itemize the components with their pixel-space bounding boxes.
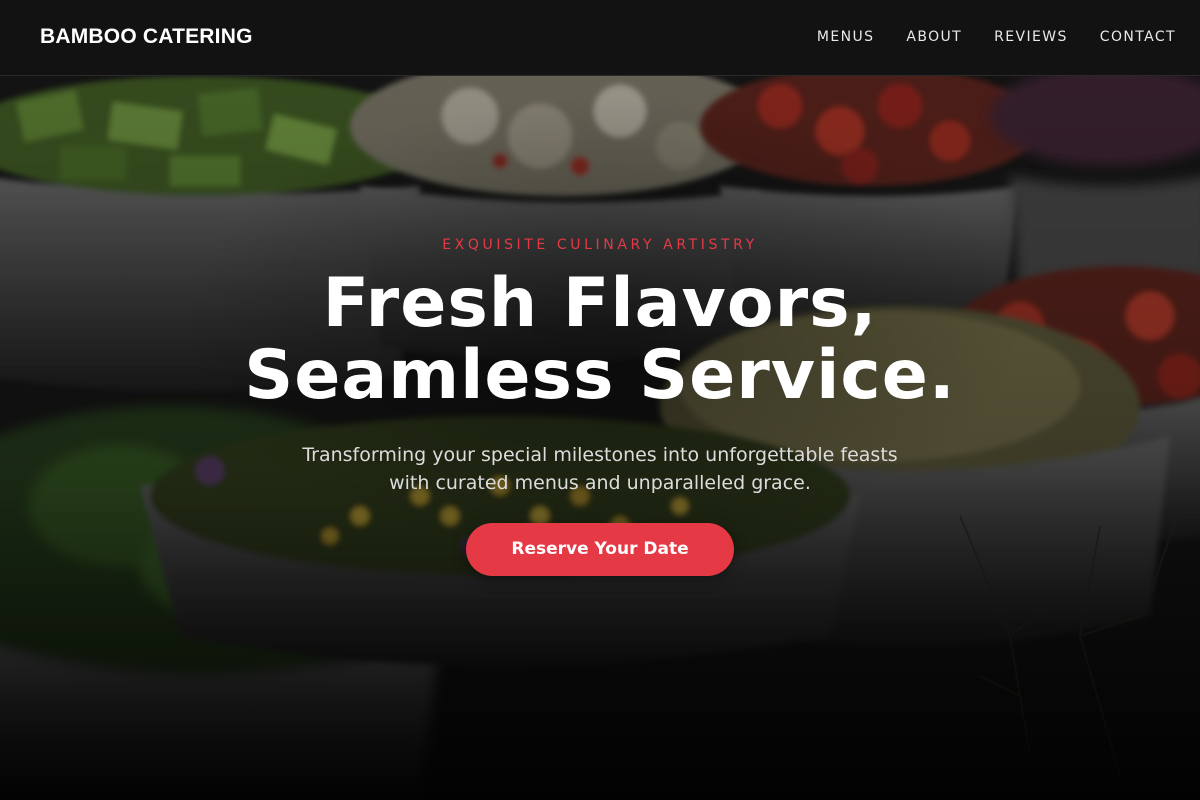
nav-link-reviews[interactable]: REVIEWS [994,29,1068,45]
hero-headline: Fresh Flavors, Seamless Service. [0,268,1200,412]
nav-link-about[interactable]: ABOUT [906,29,962,45]
reserve-date-button[interactable]: Reserve Your Date [466,523,734,576]
hero-dark-overlay [0,76,1200,800]
hero-subtitle-line1: Transforming your special milestones int… [302,444,898,466]
hero-headline-line2: Seamless Service. [244,336,956,415]
hero-headline-line1: Fresh Flavors, [322,264,878,343]
page: BAMBOO CATERING MENUS ABOUT REVIEWS CONT… [0,0,1200,800]
nav-link-contact[interactable]: CONTACT [1100,29,1176,45]
brand-logo[interactable]: BAMBOO CATERING [40,25,253,49]
nav-link-menus[interactable]: MENUS [817,29,875,45]
hero-subtitle-line2: with curated menus and unparalleled grac… [389,472,811,494]
hero-section [0,76,1200,800]
hero-eyebrow: EXQUISITE CULINARY ARTISTRY [442,237,758,253]
hero-subtitle: Transforming your special milestones int… [260,441,940,497]
nav-links: MENUS ABOUT REVIEWS CONTACT [785,29,1176,45]
top-navbar: BAMBOO CATERING MENUS ABOUT REVIEWS CONT… [0,0,1200,76]
